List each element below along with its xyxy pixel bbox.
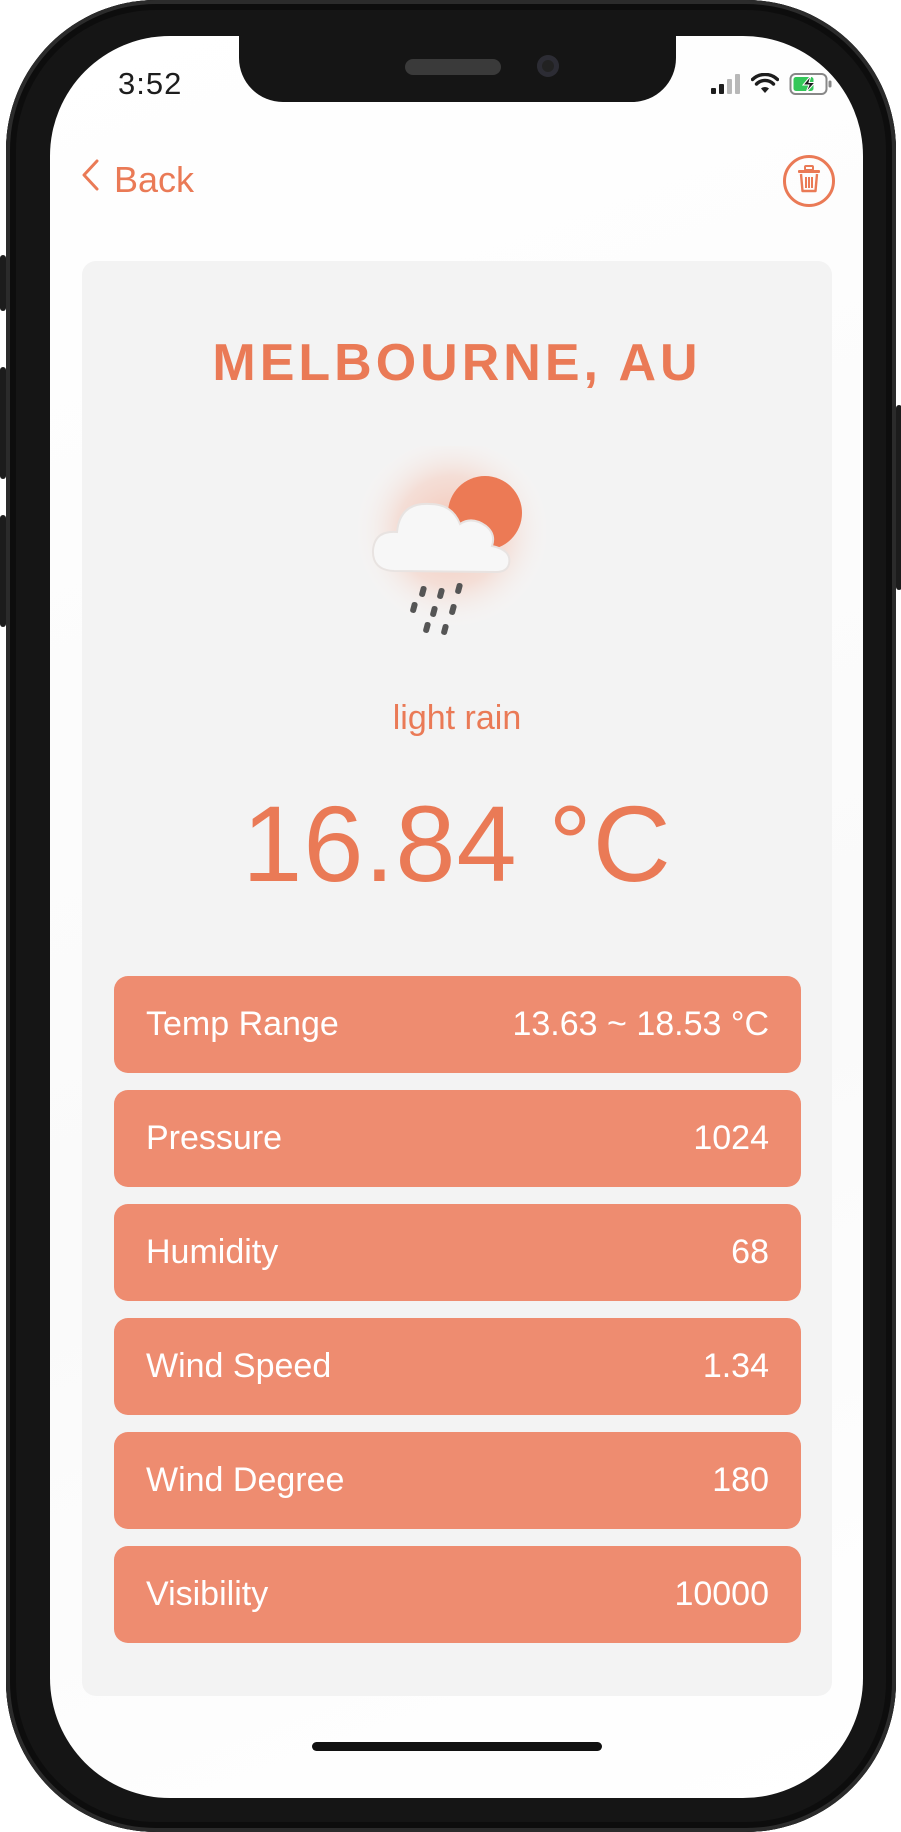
volume-down-button	[0, 515, 6, 627]
stat-label: Pressure	[146, 1119, 283, 1157]
stat-row-visibility: Visibility 10000	[114, 1546, 801, 1643]
stat-value: 180	[712, 1461, 769, 1499]
back-button-label: Back	[114, 158, 195, 200]
status-icons	[711, 72, 833, 101]
power-button	[896, 405, 901, 590]
stat-row-wind-degree: Wind Degree 180	[114, 1432, 801, 1529]
front-camera	[537, 55, 559, 77]
screen: 3:52 Back MELBOURNE, AU light rain 16.84…	[50, 36, 863, 1798]
stat-value: 1024	[693, 1119, 769, 1157]
stat-value: 68	[731, 1233, 769, 1271]
weather-description: light rain	[392, 699, 522, 737]
stat-label: Visibility	[146, 1575, 269, 1613]
stat-row-temp-range: Temp Range 13.63 ~ 18.53 °C	[114, 976, 801, 1073]
stat-row-wind-speed: Wind Speed 1.34	[114, 1318, 801, 1415]
speaker-grille	[405, 59, 501, 75]
phone-frame: 3:52 Back MELBOURNE, AU light rain 16.84…	[0, 0, 901, 1832]
stat-value: 10000	[674, 1575, 769, 1613]
cellular-signal-icon	[711, 74, 741, 99]
stat-value: 13.63 ~ 18.53 °C	[512, 1005, 769, 1043]
stat-row-humidity: Humidity 68	[114, 1204, 801, 1301]
back-button[interactable]: Back	[80, 158, 194, 201]
battery-charging-icon	[789, 72, 833, 101]
home-indicator[interactable]	[312, 1742, 602, 1751]
stat-row-pressure: Pressure 1024	[114, 1090, 801, 1187]
stat-label: Wind Speed	[146, 1347, 332, 1385]
mute-switch	[0, 255, 6, 311]
stat-label: Wind Degree	[146, 1461, 345, 1499]
city-title: MELBOURNE, AU	[212, 334, 702, 392]
stats-list: Temp Range 13.63 ~ 18.53 °C Pressure 102…	[114, 976, 801, 1660]
current-temperature: 16.84 °C	[242, 783, 672, 904]
notch	[239, 36, 676, 102]
weather-card: MELBOURNE, AU light rain 16.84 °C Temp R…	[82, 261, 832, 1696]
volume-up-button	[0, 367, 6, 479]
wifi-icon	[750, 72, 780, 100]
chevron-left-icon	[80, 158, 100, 201]
stat-label: Humidity	[146, 1233, 279, 1271]
rain-cloud-sun-icon	[352, 441, 562, 656]
stat-value: 1.34	[702, 1347, 769, 1385]
delete-button[interactable]	[783, 155, 835, 207]
stat-label: Temp Range	[146, 1005, 339, 1043]
status-time: 3:52	[118, 66, 183, 101]
trash-icon	[797, 164, 821, 198]
